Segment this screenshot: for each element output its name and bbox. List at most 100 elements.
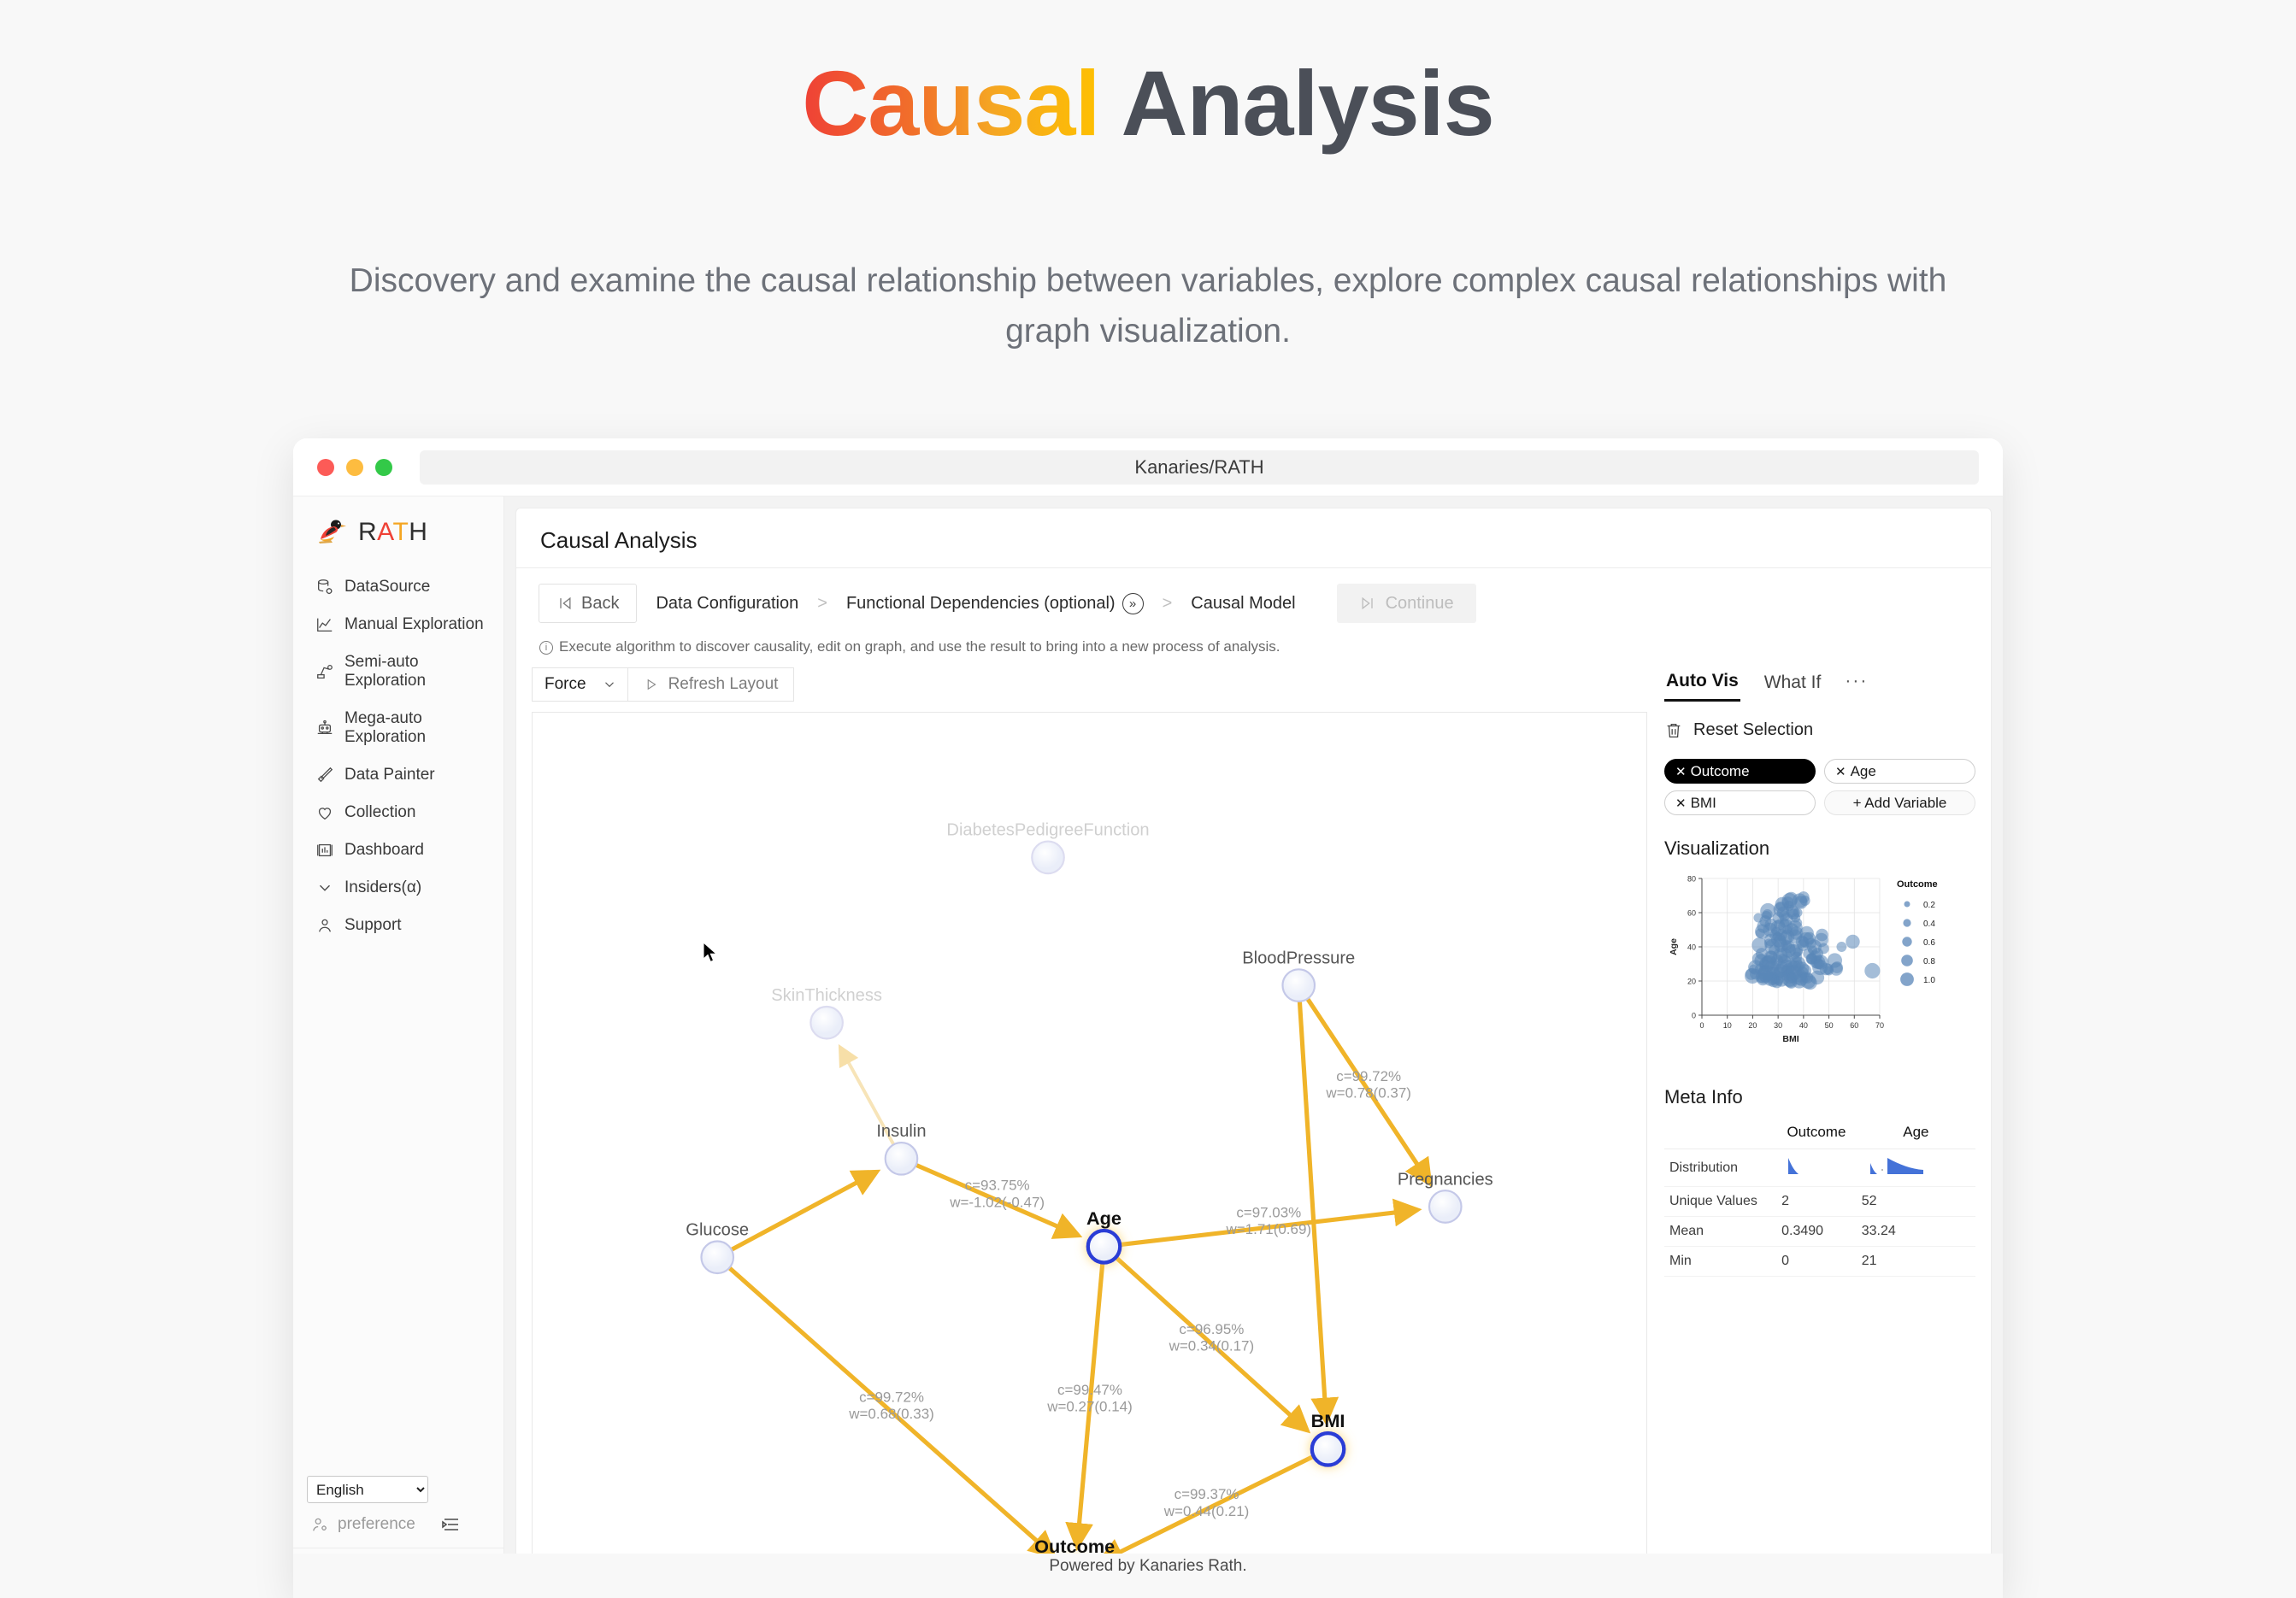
svg-text:70: 70: [1875, 1021, 1884, 1030]
edge-confidence-label: c=96.95%: [1179, 1321, 1244, 1337]
svg-text:Age: Age: [1669, 938, 1679, 955]
add-variable-button[interactable]: + Add Variable: [1824, 790, 1975, 815]
edge-confidence-label: c=99.37%: [1174, 1486, 1239, 1502]
svg-text:40: 40: [1799, 1021, 1808, 1030]
skip-forward-icon: [1362, 596, 1373, 610]
graph-node[interactable]: [1086, 1228, 1122, 1265]
sidebar-item-datasource[interactable]: DataSource: [293, 568, 503, 606]
table-header-row: Outcome Age: [1664, 1120, 1975, 1149]
brand[interactable]: RATH: [293, 496, 503, 563]
remove-icon[interactable]: ✕: [1675, 796, 1687, 811]
scatter-plot-svg[interactable]: 0 20 40 60 80 0 10 20 30 40 50 60 70 BMI Age Outcome 0.2…: [1664, 863, 1972, 1064]
sidebar-item-dashboard[interactable]: Dashboard: [293, 831, 503, 869]
page-title-plain: Analysis: [1099, 51, 1494, 155]
meta-info-title: Meta Info: [1664, 1086, 1743, 1107]
window-controls[interactable]: [317, 458, 392, 476]
layout-select[interactable]: Force: [532, 667, 628, 702]
graph-node-label: SkinThickness: [771, 986, 882, 1005]
main-area: Causal Analysis Back Data Configuration: [504, 496, 2003, 1596]
sidebar-item-mega-auto-exploration[interactable]: Mega-auto Exploration: [293, 700, 503, 756]
page-root: Causal Analysis Discovery and examine th…: [0, 0, 2296, 1598]
remove-icon[interactable]: ✕: [1835, 764, 1846, 779]
graph-edge[interactable]: [730, 1169, 881, 1252]
meta-row-label: Distribution: [1664, 1149, 1777, 1187]
graph-node[interactable]: [1428, 1190, 1463, 1224]
preference-label: preference: [338, 1515, 415, 1533]
meta-cell: 0: [1776, 1246, 1857, 1277]
language-select[interactable]: English: [307, 1476, 428, 1503]
variable-label: Age: [1850, 762, 1876, 779]
step-data-configuration[interactable]: Data Configuration: [637, 594, 817, 614]
graph-node[interactable]: [809, 1005, 844, 1040]
svg-text:10: 10: [1723, 1021, 1732, 1030]
meta-row-label: Unique Values: [1664, 1186, 1777, 1217]
inspector-pane: Auto Vis What If ··· Reset Selection ✕ O…: [1659, 667, 1975, 1581]
inspector-tabs: Auto Vis What If ···: [1664, 667, 1975, 702]
sidebar-item-semi-auto-exploration[interactable]: Semi-auto Exploration: [293, 643, 503, 700]
graph-node[interactable]: [1031, 840, 1065, 875]
line-chart-icon: [317, 618, 333, 632]
variable-pill-bmi[interactable]: ✕ BMI: [1664, 790, 1816, 815]
more-options-icon[interactable]: ···: [1845, 671, 1868, 699]
svg-text:40: 40: [1687, 943, 1696, 952]
variable-pill-age[interactable]: ✕ Age: [1824, 759, 1975, 784]
trash-icon: [1667, 723, 1681, 737]
graph-node-label: Age: [1086, 1207, 1122, 1229]
graph-node[interactable]: [700, 1240, 735, 1275]
person-icon: [318, 919, 332, 932]
sidebar-item-collection[interactable]: Collection: [293, 794, 503, 831]
step-functional-dependencies[interactable]: Functional Dependencies (optional) »: [827, 592, 1163, 614]
graph-edge[interactable]: [1297, 1001, 1339, 1426]
close-icon[interactable]: [317, 458, 334, 476]
svg-text:Outcome: Outcome: [1897, 879, 1938, 890]
causal-analysis-card: Causal Analysis Back Data Configuration: [516, 508, 1991, 1596]
collapse-sidebar-icon[interactable]: [439, 1516, 460, 1533]
refresh-layout-button[interactable]: Refresh Layout: [627, 667, 795, 702]
edge-confidence-label: c=97.03%: [1236, 1204, 1301, 1220]
edge-confidence-label: c=99.72%: [859, 1389, 924, 1405]
play-icon: [647, 679, 656, 690]
back-button[interactable]: Back: [539, 584, 638, 623]
svg-text:20: 20: [1748, 1021, 1757, 1030]
continue-button[interactable]: Continue: [1336, 584, 1476, 623]
edge-weight-label: w=0.44(0.21): [1163, 1503, 1250, 1519]
causal-graph-canvas[interactable]: c=93.75% w=-1.02(-0.47) c=97.03% w=1.71(0.6…: [532, 712, 1647, 1581]
variable-pill-outcome[interactable]: ✕ Outcome: [1664, 759, 1816, 784]
sidebar-item-support[interactable]: Support: [293, 907, 503, 944]
svg-text:60: 60: [1687, 909, 1696, 918]
sidebar-item-label: Data Painter: [344, 766, 435, 784]
paintbrush-icon: [317, 767, 333, 783]
step-causal-model[interactable]: Causal Model: [1172, 594, 1314, 614]
tab-auto-vis[interactable]: Auto Vis: [1664, 667, 1740, 702]
preference-row[interactable]: preference: [293, 1512, 503, 1548]
tab-what-if[interactable]: What If: [1763, 669, 1823, 701]
sidebar-item-manual-exploration[interactable]: Manual Exploration: [293, 606, 503, 643]
svg-text:20: 20: [1687, 978, 1696, 986]
variable-pills: ✕ Outcome ✕ Age ✕ BMI + Add Variable: [1664, 759, 1975, 815]
svg-text:80: 80: [1687, 875, 1696, 884]
graph-node[interactable]: [1310, 1431, 1346, 1467]
step-label: Functional Dependencies (optional): [845, 593, 1116, 613]
distribution-sparkline: [1776, 1149, 1857, 1187]
reset-selection-button[interactable]: Reset Selection: [1664, 720, 1975, 740]
sidebar-item-label: Dashboard: [344, 841, 424, 859]
table-row: Unique Values 2 52: [1664, 1186, 1975, 1217]
meta-row-label: Min: [1664, 1246, 1777, 1277]
minimize-icon[interactable]: [346, 458, 363, 476]
meta-info-table: Outcome Age Distribution Unique Values 2 52…: [1664, 1120, 1975, 1277]
visualization-chart[interactable]: 0 20 40 60 80 0 10 20 30 40 50 60 70 BMI Age Outcome 0.2…: [1664, 863, 1975, 1064]
causal-graph-svg[interactable]: c=93.75%w=-1.02(-0.47) c=97.03%w=1.71(0.6…: [533, 713, 1646, 1580]
window-titlebar: Kanaries/RATH: [293, 438, 2003, 496]
graph-node[interactable]: [1281, 968, 1316, 1002]
graph-node[interactable]: [884, 1141, 919, 1176]
window-body: RATH DataSource Manual Exploration Semi-…: [293, 496, 2003, 1596]
sidebar-item-data-painter[interactable]: Data Painter: [293, 756, 503, 794]
sidebar-item-label: Collection: [344, 803, 416, 821]
svg-text:30: 30: [1774, 1021, 1782, 1030]
sidebar-item-insiders[interactable]: Insiders(α): [293, 869, 503, 907]
maximize-icon[interactable]: [375, 458, 392, 476]
sidebar-item-label: Mega-auto Exploration: [344, 709, 427, 746]
double-chevron-right-icon[interactable]: »: [1122, 592, 1144, 614]
address-bar[interactable]: Kanaries/RATH: [420, 449, 1979, 485]
remove-icon[interactable]: ✕: [1675, 764, 1687, 779]
